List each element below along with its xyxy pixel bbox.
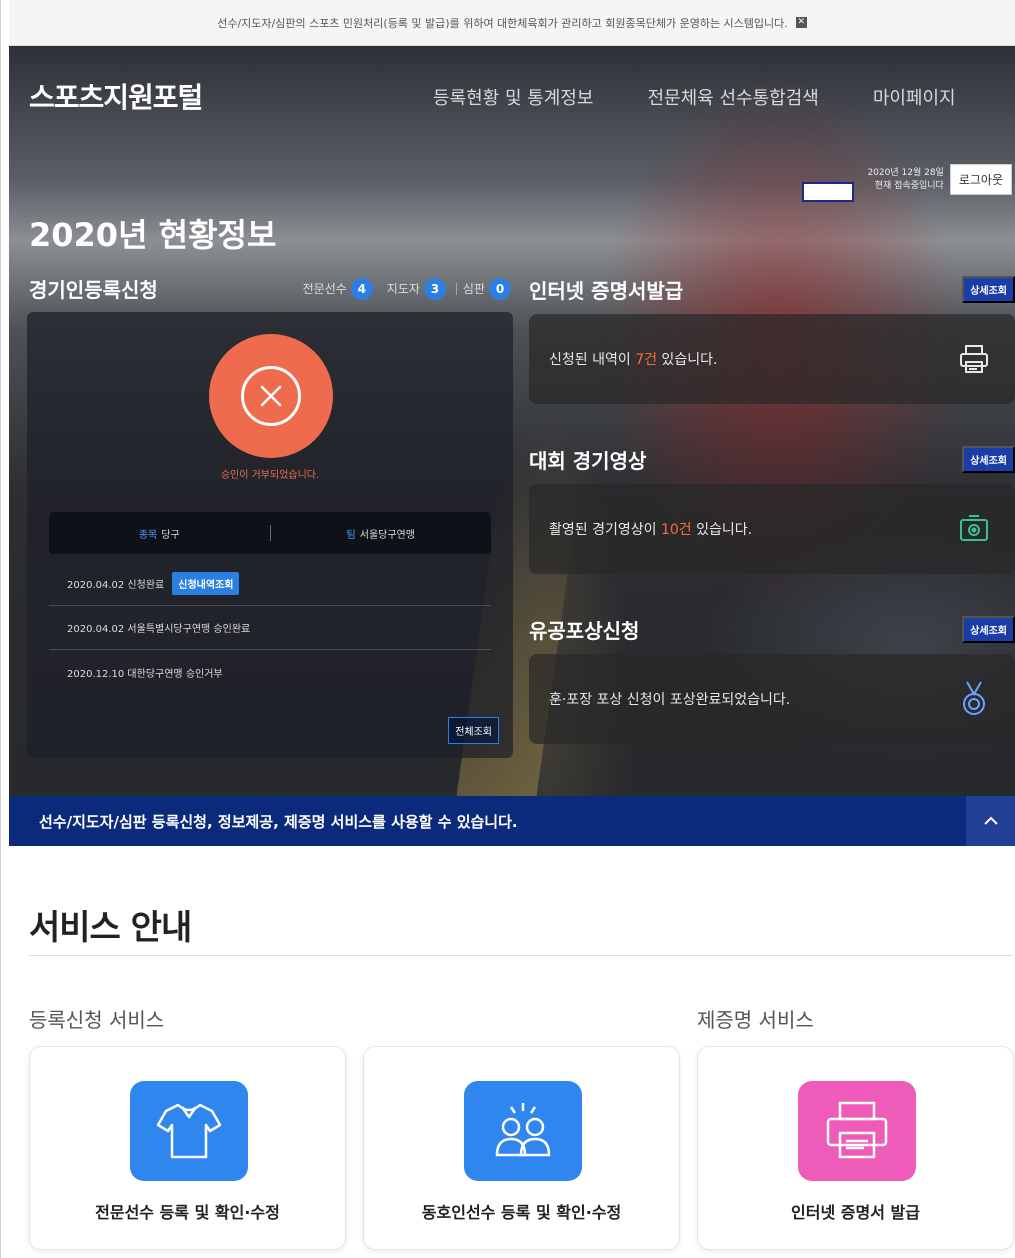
- service-group-registration: 등록신청 서비스: [29, 1008, 165, 1032]
- service-card-amateur[interactable]: 동호인선수 등록 및 확인·수정: [363, 1046, 680, 1250]
- msg-pre: 훈·포장 포상 신청이 포상완료되었습니다.: [549, 692, 791, 708]
- history-text: 2020.04.02 신청완료: [67, 580, 165, 591]
- sport-label: 종목: [138, 529, 158, 541]
- status-message: 승인이 거부되었습니다.: [220, 470, 320, 481]
- list-item: 2020.04.02 서울특별시당구연맹 승인완료: [49, 606, 491, 650]
- card-message: 신청된 내역이 7건 있습니다.: [549, 349, 717, 369]
- divider: [29, 955, 1013, 956]
- org-cell: 팀 서울당구연맹: [271, 526, 492, 541]
- count-coach: 지도자 3: [386, 277, 446, 300]
- x-circle-icon: [241, 366, 301, 426]
- msg-highlight: 10건: [660, 522, 692, 538]
- reject-status-icon: [209, 334, 333, 458]
- page: 선수/지도자/심판의 스포츠 민원처리(등록 및 발급)를 위하여 대한체육회가…: [0, 0, 1015, 1258]
- registration-panel: 승인이 거부되었습니다. 종목 당구 팀 서울당구연맹 2020.04.02 신청완…: [27, 312, 513, 758]
- login-info: 2020년 12월 28일 현재 접속중입니다: [867, 167, 943, 193]
- history-list: 2020.04.02 신청완료 신청내역조회 2020.04.02 서울특별시당…: [49, 562, 491, 694]
- service-group-certificate: 제증명 서비스: [697, 1008, 814, 1032]
- chevron-up-icon[interactable]: [966, 796, 1015, 846]
- certificate-section: 인터넷 증명서발급 상세조회 신청된 내역이 7건 있습니다.: [529, 274, 1015, 404]
- login-status: 현재 접속중입니다: [874, 180, 944, 191]
- sport-value: 당구: [161, 529, 180, 541]
- service-card-label: 전문선수 등록 및 확인·수정: [95, 1203, 280, 1222]
- divider: [455, 282, 457, 295]
- section-title: 유공포상신청: [529, 618, 640, 643]
- site-logo[interactable]: 스포츠지원포털: [29, 76, 203, 116]
- section-title: 대회 경기영상: [529, 448, 647, 473]
- service-title: 서비스 안내: [29, 908, 192, 948]
- video-section: 대회 경기영상 상세조회 촬영된 경기영상이 10건 있습니다.: [529, 444, 1015, 574]
- printer-icon: [798, 1081, 916, 1181]
- org-info-bar: 종목 당구 팀 서울당구연맹: [49, 512, 491, 554]
- org-label: 팀: [346, 529, 356, 541]
- msg-post: 있습니다.: [691, 522, 753, 538]
- video-camera-icon: [953, 508, 995, 550]
- medal-icon: [953, 678, 995, 720]
- nav-mypage[interactable]: 마이페이지: [873, 84, 956, 110]
- sport-cell: 종목 당구: [49, 526, 270, 541]
- close-icon[interactable]: ✕: [795, 17, 807, 28]
- count-athlete-badge: 4: [350, 277, 373, 300]
- info-banner: 선수/지도자/심판 등록신청, 정보제공, 제증명 서비스를 사용할 수 있습니…: [9, 796, 1015, 846]
- view-all-button[interactable]: 전체조회: [448, 717, 499, 744]
- org-value: 서울당구연맹: [359, 529, 415, 541]
- service-card-label: 동호인선수 등록 및 확인·수정: [421, 1203, 622, 1222]
- msg-post: 있습니다.: [656, 352, 718, 368]
- list-item: 2020.04.02 신청완료 신청내역조회: [49, 562, 491, 606]
- nav-athlete-search[interactable]: 전문체육 선수통합검색: [647, 84, 818, 110]
- detail-button[interactable]: 상세조회: [962, 275, 1015, 303]
- registration-title: 경기인등록신청: [29, 278, 158, 302]
- top-notice-bar: 선수/지도자/심판의 스포츠 민원처리(등록 및 발급)를 위하여 대한체육회가…: [9, 0, 1015, 46]
- login-box: 2020년 12월 28일 현재 접속중입니다 로그아웃: [802, 164, 1012, 202]
- hero-section: 스포츠지원포털 등록현황 및 통계정보 전문체육 선수통합검색 마이페이지 20…: [9, 46, 1015, 796]
- list-item: 2020.12.10 대한당구연맹 승인거부: [49, 650, 491, 694]
- service-card-label: 인터넷 증명서 발급: [791, 1203, 920, 1222]
- uniform-shirt-icon: [130, 1081, 248, 1181]
- registration-header: 경기인등록신청 전문선수 4 지도자 3 심판 0: [29, 274, 511, 303]
- detail-button[interactable]: 상세조회: [962, 445, 1015, 473]
- people-group-icon: [464, 1081, 582, 1181]
- printer-icon: [953, 338, 995, 380]
- certificate-card[interactable]: 신청된 내역이 7건 있습니다.: [529, 314, 1015, 404]
- video-card[interactable]: 촬영된 경기영상이 10건 있습니다.: [529, 484, 1015, 574]
- notice-text: 선수/지도자/심판의 스포츠 민원처리(등록 및 발급)를 위하여 대한체육회가…: [217, 16, 788, 30]
- count-referee-label: 심판: [462, 282, 485, 296]
- award-section: 유공포상신청 상세조회 훈·포장 포상 신청이 포상완료되었습니다.: [529, 614, 1015, 744]
- nav-stats[interactable]: 등록현황 및 통계정보: [433, 84, 593, 110]
- login-date: 2020년 12월 28일: [867, 167, 944, 178]
- user-name-mask: [802, 182, 854, 202]
- msg-pre: 촬영된 경기영상이: [549, 522, 661, 538]
- count-athlete-label: 전문선수: [302, 282, 347, 296]
- logout-button[interactable]: 로그아웃: [949, 164, 1012, 195]
- view-application-button[interactable]: 신청내역조회: [172, 572, 240, 595]
- service-card-athlete[interactable]: 전문선수 등록 및 확인·수정: [29, 1046, 346, 1250]
- section-title: 인터넷 증명서발급: [529, 278, 684, 303]
- count-coach-badge: 3: [423, 277, 446, 300]
- service-card-certificate[interactable]: 인터넷 증명서 발급: [697, 1046, 1014, 1250]
- card-message: 촬영된 경기영상이 10건 있습니다.: [549, 519, 752, 539]
- year-title: 2020년 현황정보: [29, 216, 277, 254]
- count-referee: 심판 0: [462, 277, 511, 300]
- history-text: 2020.12.10 대한당구연맹 승인거부: [67, 668, 223, 680]
- history-text: 2020.04.02 서울특별시당구연맹 승인완료: [67, 624, 251, 635]
- banner-text: 선수/지도자/심판 등록신청, 정보제공, 제증명 서비스를 사용할 수 있습니…: [39, 812, 518, 831]
- card-message: 훈·포장 포상 신청이 포상완료되었습니다.: [549, 689, 790, 709]
- detail-button[interactable]: 상세조회: [962, 615, 1015, 643]
- msg-pre: 신청된 내역이: [549, 352, 636, 368]
- count-athlete: 전문선수 4: [302, 277, 373, 300]
- count-coach-label: 지도자: [386, 282, 420, 296]
- count-referee-badge: 0: [489, 277, 511, 300]
- main-nav: 등록현황 및 통계정보 전문체육 선수통합검색 마이페이지: [433, 84, 956, 110]
- award-card[interactable]: 훈·포장 포상 신청이 포상완료되었습니다.: [529, 654, 1015, 744]
- msg-highlight: 7건: [635, 352, 657, 368]
